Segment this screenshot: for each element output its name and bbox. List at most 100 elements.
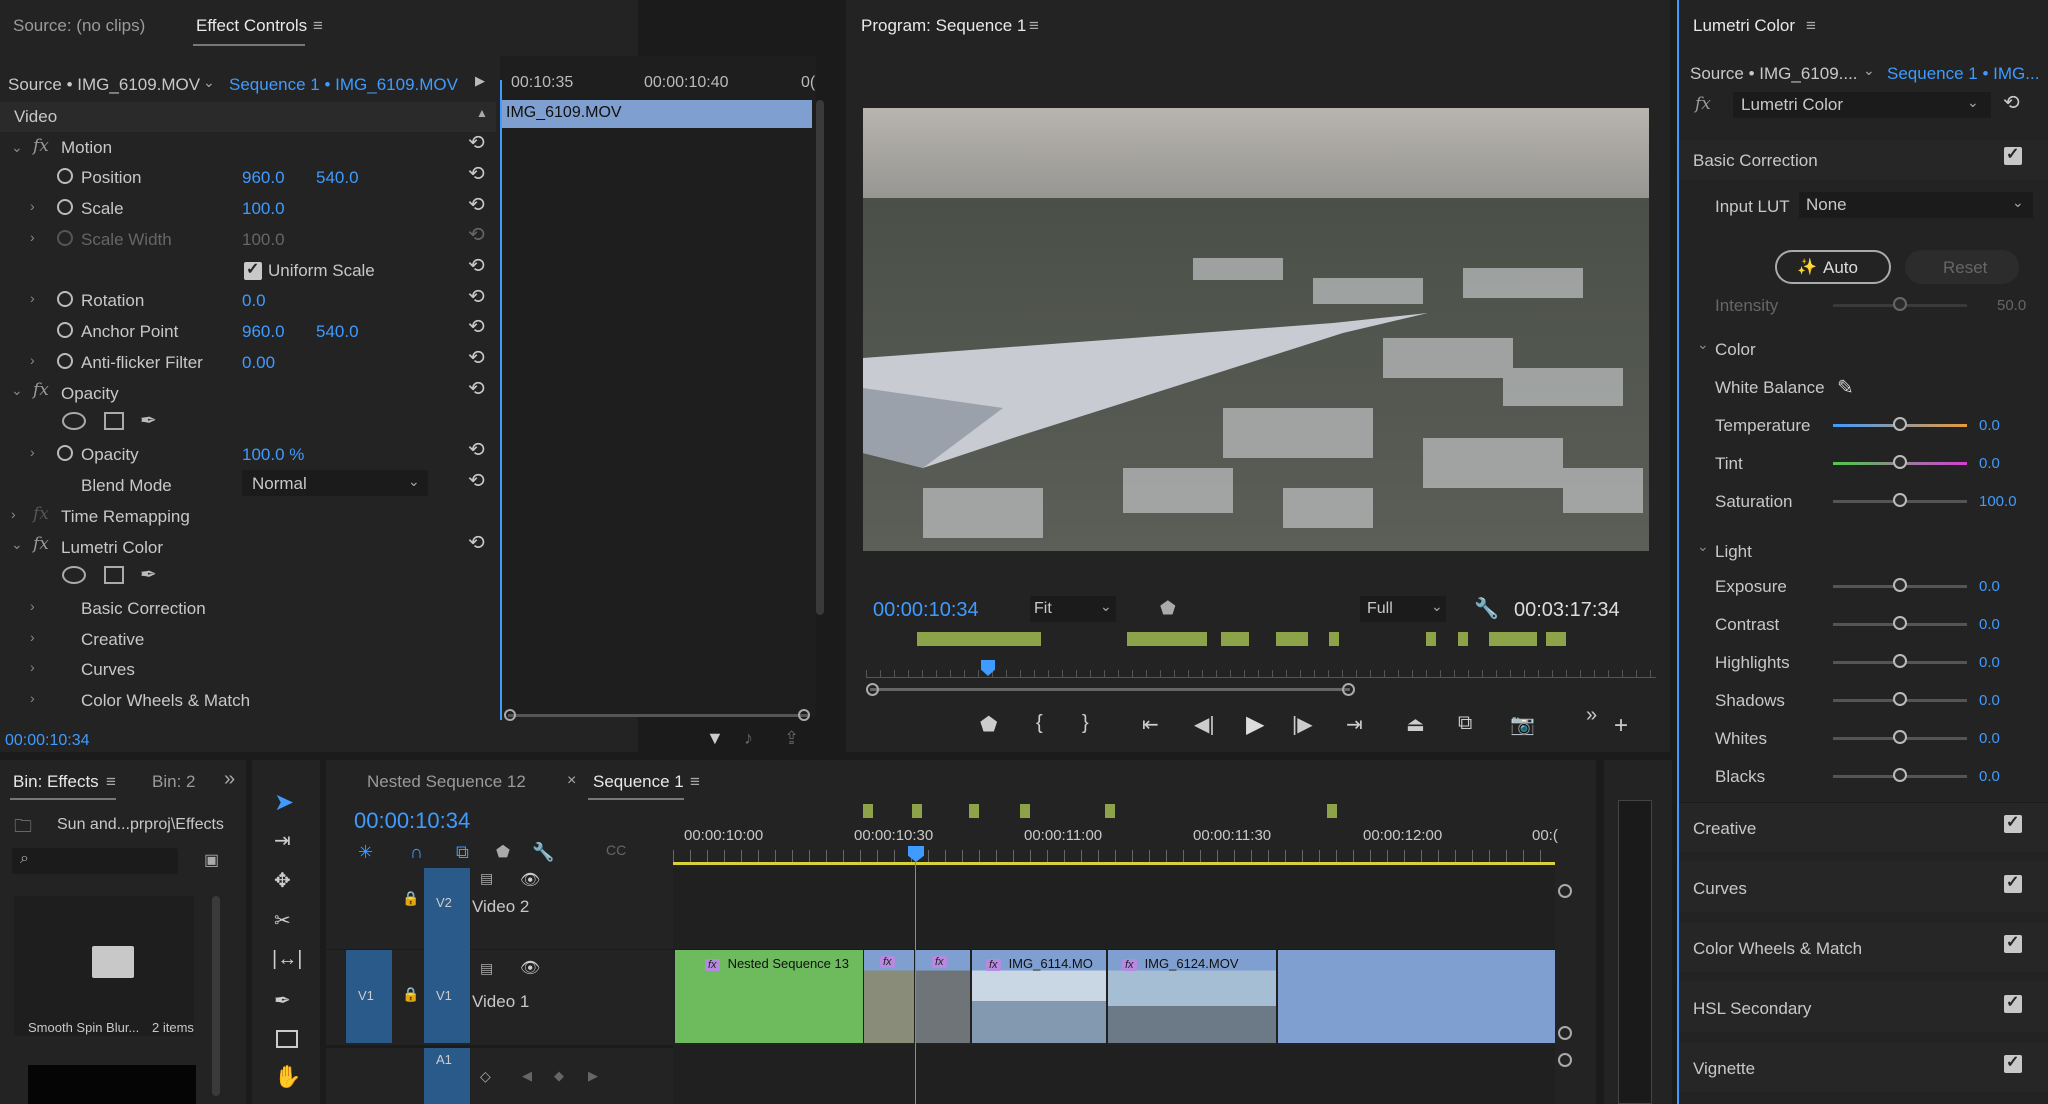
chevron-down-icon[interactable]: ⌄ <box>1863 62 1875 79</box>
pen-mask-icon[interactable]: ✒ <box>140 562 157 587</box>
uniform-scale-checkbox[interactable] <box>244 259 262 280</box>
play-button[interactable]: ▶ <box>1246 710 1264 739</box>
highlights-knob[interactable] <box>1893 654 1907 668</box>
stopwatch-icon[interactable] <box>57 168 73 184</box>
camera-icon[interactable]: 📷 <box>1510 712 1535 737</box>
tab-effect-controls[interactable]: Effect Controls <box>196 16 307 36</box>
ec-playhead[interactable] <box>500 80 502 720</box>
sequence-label[interactable]: Sequence 1 • IMG_6109.MOV <box>229 75 458 95</box>
chevron-down-icon[interactable]: ⌄ <box>1697 336 1709 353</box>
marker[interactable] <box>1276 632 1308 646</box>
ellipse-mask-icon[interactable] <box>62 566 86 584</box>
lumetri-title[interactable]: Lumetri Color <box>1693 16 1795 36</box>
creative-checkbox[interactable] <box>2004 812 2022 833</box>
clip-img-6124[interactable]: fx IMG_6124.MOV <box>1108 950 1276 1043</box>
tab-sequence-1[interactable]: Sequence 1 <box>593 772 684 792</box>
extract-button[interactable]: ⧉ <box>1458 712 1472 735</box>
lift-button[interactable]: ⏏ <box>1406 712 1425 737</box>
program-zoom-bar[interactable] <box>870 688 1350 691</box>
more-icon[interactable]: » <box>1586 704 1597 727</box>
rectangle-tool-icon[interactable] <box>276 1030 298 1048</box>
razor-tool-icon[interactable]: ✂ <box>274 908 291 933</box>
zoom-handle-top[interactable] <box>1558 884 1572 898</box>
color-wheels-item[interactable]: Color Wheels & Match <box>81 691 250 711</box>
timeline-marker[interactable] <box>969 804 979 818</box>
magnet-icon[interactable]: ∩ <box>410 842 423 863</box>
position-x-value[interactable]: 960.0 <box>242 168 285 188</box>
wrench-icon[interactable]: 🔧 <box>532 842 554 863</box>
filmstrip-icon[interactable]: ▤ <box>480 960 493 977</box>
chevron-right-icon[interactable]: › <box>30 229 35 245</box>
chevron-down-icon[interactable]: ⌄ <box>11 382 23 399</box>
ripple-edit-tool-icon[interactable]: ✥ <box>274 868 291 893</box>
snap-icon[interactable]: ✳ <box>358 842 373 863</box>
chevron-right-icon[interactable]: › <box>30 659 35 675</box>
add-marker-button[interactable]: ⬟ <box>980 712 997 737</box>
antiflicker-value[interactable]: 0.00 <box>242 353 275 373</box>
basic-correction-item[interactable]: Basic Correction <box>81 599 206 619</box>
chevron-down-icon[interactable]: ⌄ <box>1697 538 1709 555</box>
source-label[interactable]: Source • IMG_6109.MOV <box>8 75 200 95</box>
reset-icon[interactable]: ⟲ <box>468 130 485 155</box>
keyframe-nav-icon[interactable]: ◇ <box>480 1068 491 1085</box>
clip-thumbnail[interactable]: fx <box>864 950 914 1043</box>
play-only-icon[interactable]: ▶ <box>475 73 485 89</box>
whites-knob[interactable] <box>1893 730 1907 744</box>
rotation-value[interactable]: 0.0 <box>242 291 266 311</box>
timeline-ruler[interactable] <box>673 850 1555 862</box>
pen-mask-icon[interactable]: ✒ <box>140 408 157 433</box>
anchor-x-value[interactable]: 960.0 <box>242 322 285 342</box>
step-back-button[interactable]: ◀| <box>1194 712 1215 737</box>
v2-track-lane[interactable] <box>673 868 1555 950</box>
reset-icon[interactable]: ⟲ <box>468 437 485 462</box>
reset-icon[interactable]: ⟲ <box>468 376 485 401</box>
panel-menu-icon[interactable]: ≡ <box>106 772 116 792</box>
bin-search-input[interactable] <box>12 848 178 874</box>
chevron-right-icon[interactable]: › <box>11 506 16 522</box>
shadows-knob[interactable] <box>1893 692 1907 706</box>
ec-timecode[interactable]: 00:00:10:34 <box>5 732 90 750</box>
temperature-knob[interactable] <box>1893 417 1907 431</box>
color-wheels-checkbox[interactable] <box>2004 932 2022 953</box>
saturation-knob[interactable] <box>1893 493 1907 507</box>
saturation-value[interactable]: 100.0 <box>1979 493 2017 510</box>
bin-scrollbar[interactable] <box>212 896 220 1096</box>
program-timecode[interactable]: 00:00:10:34 <box>873 599 979 622</box>
wrench-icon[interactable]: 🔧 <box>1474 596 1499 621</box>
chevron-down-icon[interactable]: ⌄ <box>11 536 23 553</box>
contrast-value[interactable]: 0.0 <box>1979 616 2000 633</box>
reset-icon[interactable]: ⟲ <box>468 468 485 493</box>
blacks-knob[interactable] <box>1893 768 1907 782</box>
selection-tool-icon[interactable]: ➤ <box>274 788 294 817</box>
go-to-out-button[interactable]: ⇥ <box>1346 712 1363 737</box>
zoom-handle-left[interactable] <box>866 683 879 696</box>
exposure-value[interactable]: 0.0 <box>1979 578 2000 595</box>
reset-icon[interactable]: ⟲ <box>468 192 485 217</box>
bin-item-thumb-2[interactable] <box>28 1065 196 1104</box>
scale-value[interactable]: 100.0 <box>242 199 285 219</box>
chevron-right-icon[interactable]: › <box>30 629 35 645</box>
zoom-handle-right[interactable] <box>798 709 810 721</box>
stopwatch-icon[interactable] <box>57 199 73 215</box>
close-icon[interactable]: × <box>567 772 576 790</box>
timeline-marker[interactable] <box>863 804 873 818</box>
chevron-right-icon[interactable]: › <box>30 352 35 368</box>
highlights-value[interactable]: 0.0 <box>1979 654 2000 671</box>
tab-nested-sequence-12[interactable]: Nested Sequence 12 <box>367 772 526 792</box>
eye-icon[interactable]: 👁 <box>520 958 540 978</box>
rectangle-mask-icon[interactable] <box>104 412 124 430</box>
timeline-marker[interactable] <box>1327 804 1337 818</box>
marker[interactable] <box>1221 632 1249 646</box>
fx-icon[interactable]: fx <box>33 534 49 554</box>
chevron-right-icon[interactable]: › <box>30 290 35 306</box>
hand-tool-icon[interactable]: ✋ <box>274 1064 301 1090</box>
marker[interactable] <box>1329 632 1339 646</box>
basic-correction-checkbox[interactable] <box>2004 144 2022 165</box>
marker[interactable] <box>1546 632 1566 646</box>
filter-icon[interactable]: ▼ <box>706 728 724 749</box>
clip-continuation[interactable] <box>1278 950 1555 1043</box>
lock-icon[interactable]: 🔒 <box>402 986 419 1003</box>
chevron-right-icon[interactable]: › <box>30 198 35 214</box>
add-marker-icon[interactable]: ⬟ <box>496 842 510 862</box>
ellipse-mask-icon[interactable] <box>62 412 86 430</box>
